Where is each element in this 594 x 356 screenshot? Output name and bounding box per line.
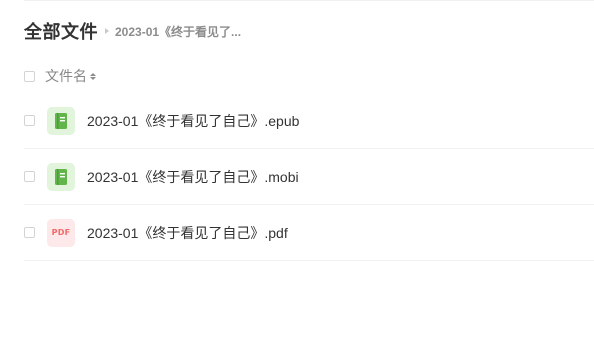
- file-name[interactable]: 2023-01《终于看见了自己》.pdf: [87, 223, 288, 243]
- pdf-icon-label: PDF: [51, 228, 71, 237]
- book-icon: [47, 162, 75, 191]
- file-row[interactable]: 2023-01《终于看见了自己》.epub: [24, 93, 594, 149]
- breadcrumb: 全部文件 2023-01《终于看见了...: [24, 18, 241, 44]
- pdf-icon: PDF: [47, 218, 75, 247]
- top-divider: [24, 0, 594, 1]
- breadcrumb-current: 2023-01《终于看见了...: [115, 24, 242, 39]
- file-name[interactable]: 2023-01《终于看见了自己》.epub: [87, 111, 299, 131]
- table-header: 文件名: [24, 66, 96, 86]
- file-row[interactable]: 2023-01《终于看见了自己》.mobi: [24, 149, 594, 205]
- book-icon: [47, 106, 75, 135]
- breadcrumb-separator-icon: [105, 28, 109, 34]
- breadcrumb-root[interactable]: 全部文件: [24, 18, 98, 44]
- file-row[interactable]: PDF 2023-01《终于看见了自己》.pdf: [24, 205, 594, 261]
- file-list: 2023-01《终于看见了自己》.epub 2023-01《终于看见了自己》.m…: [24, 93, 594, 261]
- row-checkbox[interactable]: [24, 115, 35, 126]
- column-header-name[interactable]: 文件名: [45, 66, 87, 86]
- sort-icon[interactable]: [90, 72, 96, 80]
- row-checkbox[interactable]: [24, 171, 35, 182]
- row-checkbox[interactable]: [24, 227, 35, 238]
- select-all-checkbox[interactable]: [24, 70, 35, 82]
- file-name[interactable]: 2023-01《终于看见了自己》.mobi: [87, 167, 299, 187]
